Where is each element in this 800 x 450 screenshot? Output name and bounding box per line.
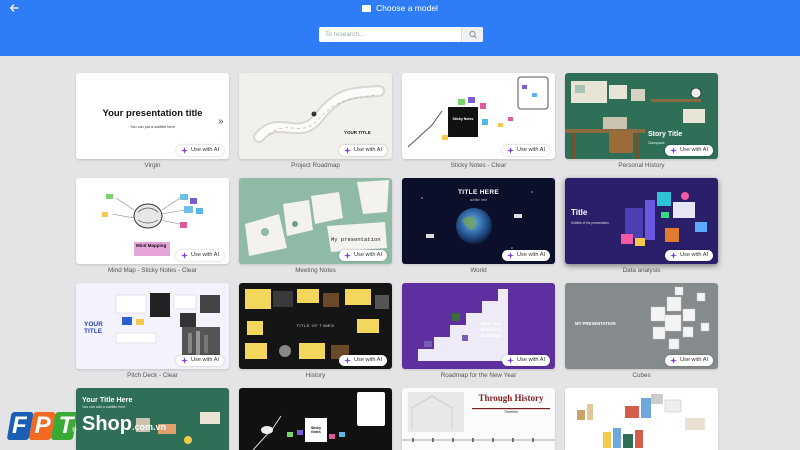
ai-button[interactable]: Use with AI: [665, 145, 713, 156]
ai-button[interactable]: Use with AI: [176, 145, 224, 156]
template-card-new-year-roadmap[interactable]: New Year Business Roadmap Use with AI: [402, 283, 555, 369]
page-title: Choose a model: [0, 2, 800, 14]
registered-mark: ®: [72, 428, 77, 434]
ai-button[interactable]: Use with AI: [665, 355, 713, 366]
card-caption: Pitch Deck - Clear: [127, 372, 178, 379]
sparkle-icon: [507, 357, 515, 364]
card-title: Your presentation title: [102, 108, 203, 119]
card-title: New Year Business Roadmap: [480, 321, 502, 338]
search-icon: [469, 30, 477, 39]
template-card-through-history[interactable]: Through History Timeline: [402, 388, 555, 450]
template-card-world[interactable]: TITLE HERE subtitle here Use with AI: [402, 178, 555, 264]
sparkle-icon: [344, 147, 352, 154]
ai-button[interactable]: Use with AI: [502, 145, 550, 156]
domain-text: .com.vn: [132, 422, 167, 432]
sticky-notes-dark-illustration: [252, 392, 385, 450]
card-caption: Meeting Notes: [295, 267, 336, 274]
card-title: TITLE OF TIMES: [296, 323, 335, 328]
template-card-data-analysis[interactable]: Title Subtitle of the presentation Use w…: [565, 178, 718, 264]
ai-button[interactable]: Use with AI: [339, 250, 387, 261]
template-card-meeting-notes[interactable]: My presentation Use with AI: [239, 178, 392, 264]
card-subtitle: Timeline: [503, 410, 519, 414]
card-title: MY PRESENTATION: [575, 321, 616, 326]
sparkle-icon: [670, 147, 678, 154]
sparkle-icon: [181, 357, 189, 364]
card-subtitle: subtitle here: [469, 198, 488, 202]
card-title: TITLE HERE: [458, 189, 499, 196]
search-button[interactable]: [461, 27, 483, 42]
template-card-history[interactable]: TITLE OF TIMES Use with AI: [239, 283, 392, 369]
bookshelf-illustration: [577, 394, 705, 448]
card-title: Through History: [478, 393, 544, 403]
sparkle-icon: [344, 357, 352, 364]
card-title: YOUR TITLE: [344, 130, 371, 135]
template-card-project-roadmap[interactable]: YOUR TITLE Use with AI: [239, 73, 392, 159]
ai-button[interactable]: Use with AI: [339, 355, 387, 366]
top-header: Choose a model: [0, 0, 800, 56]
ai-button[interactable]: Use with AI: [502, 250, 550, 261]
card-title: Sticky Notes: [452, 117, 474, 121]
sparkle-icon: [181, 252, 189, 259]
card-title: Sticky Notes: [311, 426, 321, 434]
card-title: Story Title: [648, 131, 683, 138]
card-caption: Virgin: [144, 162, 161, 169]
sparkle-icon: [507, 147, 515, 154]
card-title: Title: [571, 208, 588, 217]
card-title: Mind Mapping: [136, 243, 167, 248]
card-caption: Mind Map - Sticky Notes - Clear: [108, 267, 197, 274]
fptshop-watermark: FPT ® Shop.com.vn: [6, 410, 166, 447]
template-card-books[interactable]: [565, 388, 718, 450]
card-subtitle: Subtitle of the presentation: [571, 221, 609, 225]
sparkle-icon: [181, 147, 189, 154]
card-subtitle: You can add a subtitle here: [82, 405, 126, 409]
card-title: Your Title Here: [82, 395, 133, 404]
template-card-mind-map[interactable]: Mind Mapping Use with AI: [76, 178, 229, 264]
sparkle-icon: [344, 252, 352, 259]
card-subtitle: Ciaospace: [648, 141, 665, 145]
card-caption: Cubes: [632, 372, 651, 379]
ai-button[interactable]: Use with AI: [502, 355, 550, 366]
ai-button[interactable]: Use with AI: [339, 145, 387, 156]
card-title: My presentation: [331, 236, 381, 243]
card-caption: Project Roadmap: [291, 162, 340, 169]
fpt-logo-text: FPT: [12, 412, 82, 439]
next-arrow-icon[interactable]: »: [218, 116, 224, 127]
shop-domain: Shop.com.vn: [82, 413, 166, 436]
card-caption: Personal History: [618, 162, 665, 169]
ai-button[interactable]: Use with AI: [176, 250, 224, 261]
template-card-sticky-notes-dark[interactable]: Sticky Notes: [239, 388, 392, 450]
card-subtitle: You can put a subtitle here: [130, 125, 175, 129]
search-box: [319, 27, 483, 42]
presentation-icon: [362, 5, 372, 12]
card-title: YOUR TITLE: [84, 321, 103, 335]
shop-text: Shop: [82, 413, 132, 435]
template-card-sticky-notes-clear[interactable]: Sticky Notes Use with AI: [402, 73, 555, 159]
sparkle-icon: [670, 357, 678, 364]
sparkle-icon: [670, 252, 678, 259]
template-card-cubes[interactable]: MY PRESENTATION Use with AI: [565, 283, 718, 369]
template-card-pitch-deck-clear[interactable]: YOUR TITLE Use with AI: [76, 283, 229, 369]
card-caption: Sticky Notes - Clear: [450, 162, 507, 169]
ai-button[interactable]: Use with AI: [176, 355, 224, 366]
card-caption: World: [470, 267, 487, 274]
search-input[interactable]: [319, 27, 459, 42]
sparkle-icon: [507, 252, 515, 259]
template-card-virgin[interactable]: Your presentation title You can put a su…: [76, 73, 229, 159]
card-caption: Data analysis: [622, 267, 661, 274]
card-caption: History: [305, 372, 326, 379]
ai-button[interactable]: Use with AI: [665, 250, 713, 261]
card-caption: Roadmap for the New Year: [440, 372, 517, 379]
template-card-personal-history[interactable]: Story Title Ciaospace Use with AI: [565, 73, 718, 159]
